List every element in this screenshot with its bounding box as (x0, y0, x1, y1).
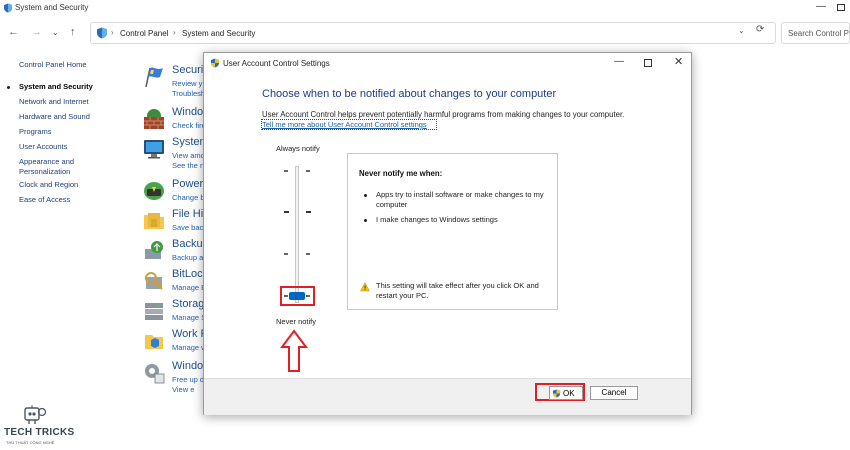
search-input[interactable] (782, 23, 849, 43)
minimize-button[interactable]: — (816, 1, 826, 12)
sidebar-item-control-panel-home[interactable]: Control Panel Home (19, 60, 87, 70)
category-link[interactable]: Save back (172, 223, 207, 232)
dialog-heading: Choose when to be notified about changes… (262, 88, 557, 100)
uac-shield-icon (552, 389, 561, 398)
address-bar-row: ← → ⌄ ↑ › Control Panel › System and Sec… (0, 20, 850, 46)
bullet-dot (364, 219, 367, 222)
watermark-tagline: THỦ THUẬT CÔNG NGHỆ (6, 440, 55, 445)
category-link[interactable]: Check fire (172, 121, 206, 130)
window-titlebar: System and Security — (0, 0, 850, 16)
sidebar-item-ease-of-access[interactable]: Ease of Access (19, 195, 70, 205)
category-link[interactable]: Manage S (172, 313, 206, 322)
dialog-maximize-button[interactable] (644, 59, 652, 67)
backup-icon (145, 241, 163, 259)
up-arrow-annotation-icon (280, 329, 308, 372)
work-folders-icon (145, 335, 163, 349)
slider-top-label: Always notify (276, 144, 320, 153)
category-link[interactable]: Manage w (172, 343, 207, 352)
ok-button[interactable]: OK (549, 386, 583, 400)
key-icon (145, 272, 163, 290)
info-bullet-text: I make changes to Windows settings (376, 215, 498, 224)
sidebar-item-network-and-internet[interactable]: Network and Internet (19, 97, 89, 107)
sidebar-item-personalization[interactable]: Personalization (19, 167, 70, 177)
info-bullet-text: Apps try to install software or make cha… (376, 190, 544, 209)
setting-description-panel: Never notify me when: Apps try to instal… (347, 153, 558, 310)
control-panel-icon (97, 27, 107, 39)
sidebar-item-clock-and-region[interactable]: Clock and Region (19, 180, 78, 190)
sidebar-item-user-accounts[interactable]: User Accounts (19, 142, 67, 152)
power-icon (144, 182, 164, 200)
refresh-icon[interactable]: ⟳ (756, 24, 764, 35)
category-link[interactable]: Review y (172, 79, 202, 88)
slider-tick (306, 211, 311, 213)
slider-tick (284, 253, 288, 255)
current-item-bullet (7, 86, 10, 89)
slider-tick (306, 170, 310, 172)
dialog-title: User Account Control Settings (223, 59, 330, 68)
storage-icon (145, 303, 163, 320)
category-title[interactable]: Work F (172, 328, 207, 340)
maximize-button[interactable] (837, 4, 845, 11)
dialog-close-button[interactable]: ✕ (674, 55, 683, 68)
category-link[interactable]: Troublesh (172, 89, 205, 98)
dialog-description: User Account Control helps prevent poten… (262, 110, 625, 119)
address-dropdown-chevron-icon[interactable]: ⌄ (738, 26, 745, 35)
category-link[interactable]: See the n (172, 161, 204, 170)
dialog-minimize-button[interactable]: — (614, 56, 624, 67)
slider-tick (284, 170, 288, 172)
watermark: TECH TRICKS THỦ THUẬT CÔNG NGHỆ (4, 405, 74, 447)
flag-icon (145, 67, 163, 88)
learn-more-link[interactable]: Tell me more about User Account Control … (262, 120, 427, 129)
uac-settings-dialog: User Account Control Settings — ✕ Choose… (203, 52, 692, 415)
sidebar-item-programs[interactable]: Programs (19, 127, 52, 137)
address-box[interactable]: › Control Panel › System and Security (90, 22, 776, 44)
breadcrumb-chevron-icon: › (111, 28, 114, 37)
notification-slider-track[interactable] (295, 166, 299, 303)
dialog-footer: OK Cancel (204, 378, 691, 415)
window-title: System and Security (15, 3, 89, 12)
control-panel-icon (4, 3, 12, 13)
recent-chevron-down-icon[interactable]: ⌄ (52, 28, 59, 37)
category-link[interactable]: Manage B (172, 283, 206, 292)
uac-shield-icon (211, 58, 219, 68)
warning-icon (360, 282, 370, 292)
category-link[interactable]: Change b (172, 193, 205, 202)
robot-logo-icon (24, 405, 47, 424)
breadcrumb-control-panel[interactable]: Control Panel (120, 29, 168, 38)
back-arrow-icon[interactable]: ← (8, 26, 19, 38)
sidebar-item-system-and-security: System and Security (19, 82, 93, 91)
slider-bottom-label: Never notify (276, 317, 317, 326)
folder-icon (144, 213, 164, 229)
sidebar-item-hardware-and-sound[interactable]: Hardware and Sound (19, 112, 90, 122)
sidebar-item-appearance[interactable]: Appearance and (19, 157, 74, 167)
forward-arrow-icon[interactable]: → (31, 26, 42, 38)
breadcrumb-chevron-icon: › (173, 28, 176, 37)
monitor-icon (144, 140, 164, 159)
tools-icon (145, 364, 165, 384)
slider-highlight-box (280, 286, 315, 306)
category-link[interactable]: View amo (172, 151, 205, 160)
dialog-titlebar: User Account Control Settings — ✕ (204, 53, 691, 73)
category-title[interactable]: Securit (172, 64, 206, 76)
watermark-name: TECH TRICKS (4, 427, 75, 438)
bullet-dot (364, 194, 367, 197)
breadcrumb-system-and-security[interactable]: System and Security (182, 29, 255, 38)
firewall-icon (144, 109, 164, 129)
cancel-button[interactable]: Cancel (590, 386, 638, 400)
search-box[interactable] (781, 22, 850, 44)
category-link[interactable]: Free up d (172, 375, 204, 384)
category-link[interactable]: View e (172, 385, 194, 394)
slider-tick (284, 211, 289, 213)
warning-text: This setting will take effect after you … (376, 281, 539, 300)
ok-button-label: OK (563, 389, 575, 398)
info-title: Never notify me when: (359, 169, 443, 178)
category-link[interactable]: Backup a (172, 253, 203, 262)
slider-tick (306, 253, 310, 255)
up-arrow-icon[interactable]: ↑ (70, 26, 76, 38)
